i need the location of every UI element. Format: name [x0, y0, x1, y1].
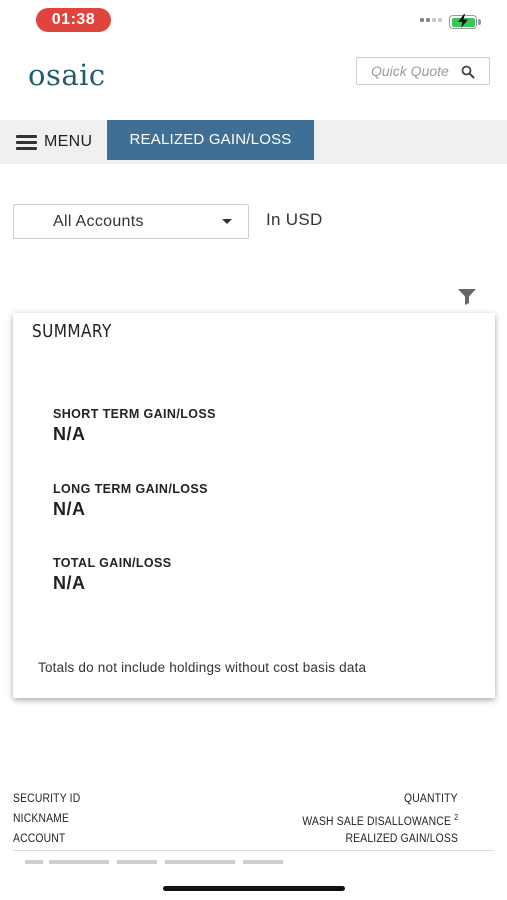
metric-label: SHORT TERM GAIN/LOSS	[53, 407, 216, 421]
column-header-security-id[interactable]: SECURITY ID	[13, 793, 80, 805]
summary-title: SUMMARY	[32, 321, 112, 342]
column-header-wash-sale[interactable]: WASH SALE DISALLOWANCE 2	[302, 813, 458, 828]
long-term-metric: LONG TERM GAIN/LOSS N/A	[53, 482, 208, 520]
status-bar: 01:38	[0, 0, 507, 40]
search-icon[interactable]	[461, 65, 475, 79]
account-selector-value[interactable]: All Accounts	[53, 205, 144, 238]
filter-funnel-icon[interactable]	[458, 289, 476, 305]
summary-card: SUMMARY SHORT TERM GAIN/LOSS N/A LONG TE…	[13, 313, 495, 698]
metric-value: N/A	[53, 499, 86, 519]
summary-footnote: Totals do not include holdings without c…	[38, 660, 367, 675]
column-header-nickname[interactable]: NICKNAME	[13, 813, 69, 825]
account-selector[interactable]: All Accounts	[13, 204, 249, 239]
wash-sale-label: WASH SALE DISALLOWANCE	[302, 815, 451, 828]
cellular-signal-icon	[420, 18, 442, 22]
currency-label: In USD	[266, 210, 323, 229]
table-divider	[13, 850, 494, 851]
tab-realized-gain-loss[interactable]: REALIZED GAIN/LOSS	[107, 120, 314, 160]
app-header: osaic	[0, 40, 507, 120]
footnote-marker: 2	[453, 813, 458, 822]
nav-bar: MENU REALIZED GAIN/LOSS	[0, 120, 507, 164]
total-metric: TOTAL GAIN/LOSS N/A	[53, 556, 172, 594]
battery-charging-icon	[449, 14, 481, 29]
status-time: 01:38	[36, 8, 111, 32]
chevron-down-icon[interactable]	[222, 219, 232, 224]
column-header-realized-gain-loss[interactable]: REALIZED GAIN/LOSS	[345, 833, 458, 845]
home-indicator[interactable]	[163, 886, 345, 891]
hamburger-menu-icon[interactable]	[16, 134, 37, 150]
column-header-account[interactable]: ACCOUNT	[13, 833, 65, 845]
metric-label: LONG TERM GAIN/LOSS	[53, 482, 208, 496]
quick-quote-search[interactable]	[356, 57, 490, 85]
short-term-metric: SHORT TERM GAIN/LOSS N/A	[53, 407, 216, 445]
table-empty-message-cutoff	[25, 860, 325, 874]
metric-label: TOTAL GAIN/LOSS	[53, 556, 172, 570]
menu-label[interactable]: MENU	[44, 133, 92, 151]
metric-value: N/A	[53, 424, 86, 444]
column-header-quantity[interactable]: QUANTITY	[404, 793, 458, 805]
osaic-logo[interactable]: osaic	[28, 58, 106, 92]
menu-button[interactable]: MENU	[16, 120, 92, 164]
quick-quote-input[interactable]	[371, 63, 455, 79]
metric-value: N/A	[53, 573, 86, 593]
